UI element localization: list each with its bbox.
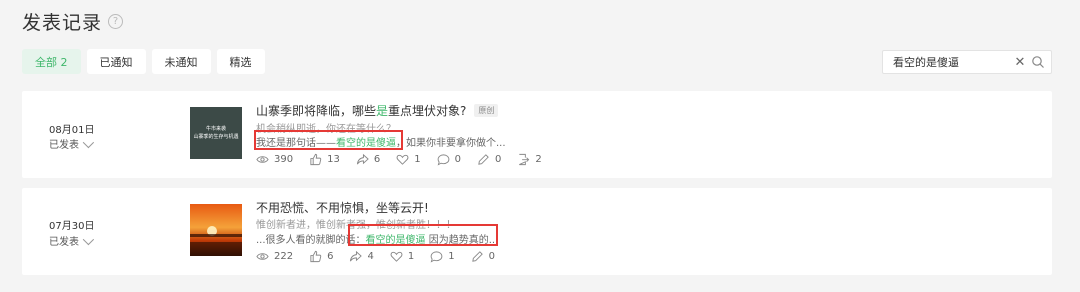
filter-tabs: 全部 2 已通知 未通知 精选 — [22, 49, 265, 74]
shares-stat: 6 — [356, 153, 380, 166]
article-thumbnail[interactable] — [190, 204, 242, 256]
record-date: 07月30日 — [49, 221, 95, 232]
comment-icon — [430, 251, 443, 263]
comments-stat: 1 — [430, 250, 455, 263]
shares-stat: 4 — [349, 250, 374, 263]
tab-notified[interactable]: 已通知 — [86, 49, 146, 74]
tab-not-notified[interactable]: 未通知 — [151, 49, 211, 74]
article-title[interactable]: 山寨季即将降临，哪些是重点埋伏对象? 原创 — [256, 102, 499, 119]
thumbnail-caption: 山寨季的生存与机遇 — [193, 134, 239, 140]
eye-icon — [256, 156, 269, 163]
share-icon — [350, 250, 363, 262]
forwards-stat: 2 — [517, 153, 542, 166]
help-icon[interactable]: ? — [108, 14, 124, 29]
highlight-box — [348, 224, 498, 246]
comments-count: 0 — [454, 154, 461, 165]
title-text: 重点埋伏对象? — [388, 104, 467, 118]
shares-count: 4 — [367, 251, 374, 262]
record-status[interactable]: 已发表 — [49, 136, 95, 151]
likes-count: 13 — [327, 154, 340, 165]
views-stat: 390 — [256, 153, 293, 166]
forwards-count: 2 — [535, 154, 542, 165]
edits-stat: 0 — [471, 250, 495, 263]
share-icon — [356, 153, 369, 165]
search-input[interactable]: 看空的是傻逼 — [893, 54, 1013, 70]
favorites-stat: 1 — [396, 153, 421, 166]
likes-count: 6 — [327, 251, 334, 262]
comments-count: 1 — [448, 251, 455, 262]
snippet-text: ，如果你非要拿你做个... — [396, 138, 506, 149]
chevron-down-icon[interactable] — [82, 136, 95, 148]
likes-stat: 13 — [309, 153, 340, 166]
record-date: 08月01日 — [49, 125, 95, 136]
tab-featured[interactable]: 精选 — [216, 49, 265, 74]
edits-count: 0 — [494, 154, 502, 165]
clear-icon[interactable]: ✕ — [1013, 55, 1027, 70]
record-status[interactable]: 已发表 — [49, 233, 95, 248]
eye-icon — [256, 253, 269, 260]
pen-icon — [478, 154, 489, 165]
title-highlight: 是 — [376, 104, 389, 118]
views-count: 222 — [274, 251, 294, 262]
pen-icon — [471, 251, 483, 262]
title-text: 山寨季即将降临，哪些 — [256, 104, 377, 118]
forward-icon — [519, 153, 530, 166]
page-header: 发表记录 ? — [22, 8, 124, 35]
chevron-down-icon[interactable] — [82, 233, 95, 245]
favorites-stat: 1 — [390, 250, 414, 263]
thumbs-up-icon — [310, 153, 322, 166]
search-icon[interactable] — [1031, 55, 1045, 69]
article-title[interactable]: 不用恐慌、不用惊惧，坐等云开! — [256, 199, 429, 216]
stats-row: 390 13 6 1 0 0 2 — [256, 153, 558, 166]
status-label: 已发表 — [49, 237, 79, 248]
comments-stat: 0 — [437, 153, 461, 166]
favorites-count: 1 — [407, 251, 415, 262]
heart-icon — [390, 251, 403, 262]
comment-icon — [437, 154, 449, 166]
highlight-box — [254, 130, 403, 150]
favorites-count: 1 — [414, 154, 421, 165]
original-badge: 原创 — [474, 104, 499, 117]
edits-stat: 0 — [477, 153, 501, 166]
likes-stat: 6 — [309, 250, 333, 263]
page-title: 发表记录 — [22, 12, 103, 34]
sunset-image — [190, 226, 242, 256]
status-label: 已发表 — [49, 140, 79, 151]
edits-count: 0 — [488, 251, 495, 262]
record-card: 07月30日 已发表 不用恐慌、不用惊惧，坐等云开! 惟创新者进，惟创新者强，惟… — [22, 188, 1052, 275]
stats-row: 222 6 4 1 1 0 — [256, 250, 511, 263]
shares-count: 6 — [373, 154, 381, 165]
article-thumbnail[interactable]: 牛市来袭 山寨季的生存与机遇 — [190, 107, 242, 159]
views-count: 390 — [274, 154, 294, 165]
heart-icon — [396, 154, 409, 165]
thumbnail-caption: 牛市来袭 — [205, 126, 226, 132]
record-card: 08月01日 已发表 牛市来袭 山寨季的生存与机遇 山寨季即将降临，哪些是重点埋… — [22, 91, 1052, 178]
thumbs-up-icon — [310, 250, 322, 263]
search-box[interactable]: 看空的是傻逼 ✕ — [882, 50, 1052, 74]
tab-all[interactable]: 全部 2 — [22, 49, 81, 74]
views-stat: 222 — [256, 250, 293, 263]
